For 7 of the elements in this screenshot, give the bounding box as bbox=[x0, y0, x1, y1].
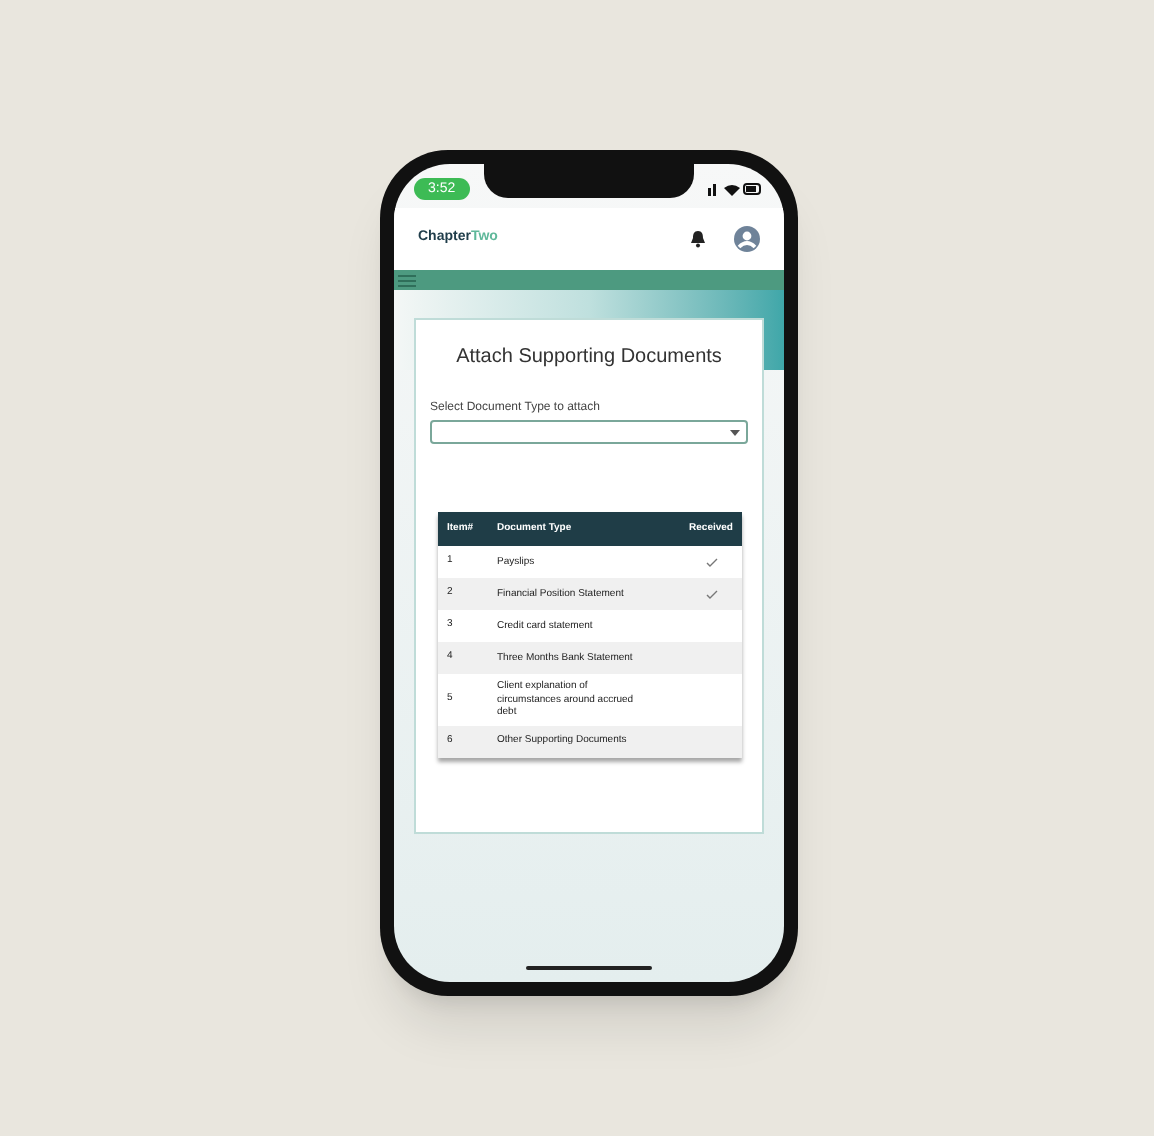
avatar-icon[interactable] bbox=[734, 226, 760, 252]
bell-icon[interactable] bbox=[690, 230, 706, 248]
home-indicator bbox=[526, 966, 652, 970]
caret-icon bbox=[730, 429, 740, 435]
document-type-select[interactable] bbox=[430, 420, 748, 444]
page-title: Attach Supporting Documents bbox=[456, 344, 722, 372]
status-icons bbox=[708, 181, 764, 195]
